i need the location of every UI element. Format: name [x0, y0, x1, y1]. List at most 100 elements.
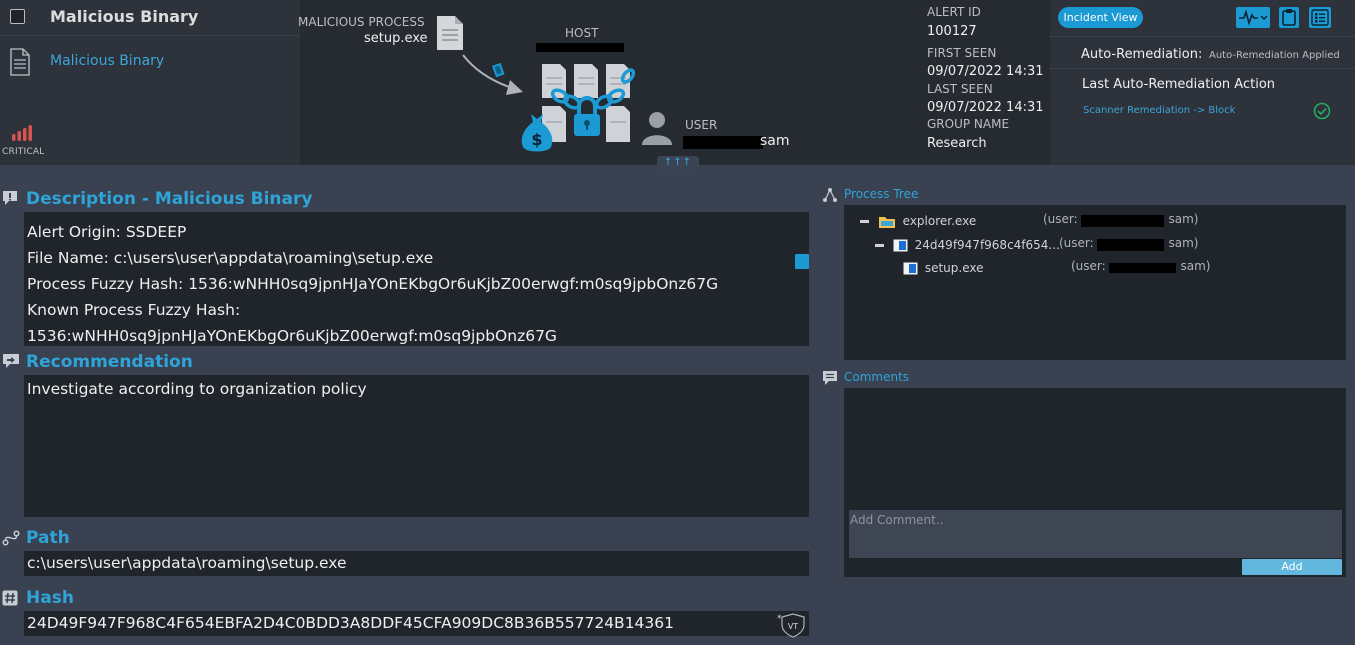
- description-scroll-handle[interactable]: [795, 254, 809, 269]
- first-seen-label: FIRST SEEN: [927, 46, 997, 60]
- attack-arrow-icon: [462, 54, 523, 95]
- user-prefix: (user:: [1059, 236, 1094, 250]
- severity-label: CRITICAL: [2, 147, 45, 157]
- window-app-icon: [893, 239, 908, 252]
- description-line: 1536:wNHH0sq9jpnHJaYOnEKbgOr6uKjbZ00erwg…: [27, 327, 557, 345]
- process-tree-user: (user: sam): [1059, 236, 1199, 251]
- description-line: File Name: c:\users\user\appdata\roaming…: [27, 249, 434, 267]
- alert-title-row: Malicious Binary: [0, 0, 300, 36]
- hash-icon: [2, 590, 18, 606]
- process-tree-node-label: setup.exe: [924, 261, 984, 275]
- ransom-money-bag-icon: $: [521, 114, 553, 152]
- alert-summary-panel: Malicious Binary Malicious Binary CRITIC…: [0, 0, 300, 165]
- virustotal-shield-icon: * VT: [777, 613, 805, 638]
- description-title: Description - Malicious Binary: [26, 189, 313, 209]
- process-file-icon: [437, 16, 463, 50]
- folder-icon: [878, 216, 895, 228]
- details-list-button[interactable]: [1309, 7, 1331, 28]
- attack-graphic: MALICIOUS PROCESS setup.exe HOST $ USER …: [298, 0, 920, 170]
- user-suffix: sam): [1168, 236, 1199, 250]
- auto-remediation-row: Auto-Remediation: Auto-Remediation Appli…: [1050, 36, 1355, 69]
- svg-text:$: $: [531, 130, 542, 149]
- process-tree-user: (user: sam): [1043, 212, 1199, 227]
- user-suffix: sam): [1168, 212, 1199, 226]
- process-tree-node-hash[interactable]: 24d49f947f968c4f654...: [875, 238, 1060, 252]
- recommendation-title: Recommendation: [26, 352, 193, 372]
- process-tree-box: explorer.exe (user: sam) 24d49f947f968c4…: [844, 205, 1346, 360]
- incident-view-button[interactable]: Incident View: [1058, 7, 1143, 28]
- group-name-value: Research: [927, 136, 987, 151]
- user-label: USER: [685, 118, 718, 132]
- alert-type-link[interactable]: Malicious Binary: [50, 53, 164, 69]
- last-seen-value: 09/07/2022 14:31: [927, 100, 1044, 115]
- hash-title: Hash: [26, 588, 74, 608]
- user-redacted: [1109, 263, 1176, 273]
- clipboard-button[interactable]: [1279, 7, 1299, 28]
- user-redacted: [1081, 215, 1164, 227]
- collapse-minus-icon[interactable]: [875, 244, 884, 247]
- document-icon: [10, 48, 30, 76]
- user-prefix: (user:: [1043, 212, 1078, 226]
- last-remediation-action-link[interactable]: Scanner Remediation -> Block: [1083, 105, 1235, 116]
- success-check-icon: [1313, 102, 1331, 120]
- expand-button[interactable]: ↑↑↑: [657, 156, 699, 170]
- recommendation-text: Investigate according to organization po…: [27, 380, 367, 398]
- last-seen-label: LAST SEEN: [927, 82, 993, 96]
- clipboard-icon: [1282, 9, 1296, 26]
- add-comment-button[interactable]: Add: [1242, 559, 1342, 575]
- hash-value: 24D49F947F968C4F654EBFA2D4C0BDD3A8DDF45C…: [27, 614, 674, 632]
- virustotal-lookup-button[interactable]: * VT: [777, 612, 809, 642]
- alert-title: Malicious Binary: [50, 7, 199, 26]
- description-line: Alert Origin: SSDEEP: [27, 223, 187, 241]
- comment-input[interactable]: [849, 510, 1342, 558]
- first-seen-value: 09/07/2022 14:31: [927, 64, 1044, 79]
- hash-box: 24D49F947F968C4F654EBFA2D4C0BDD3A8DDF45C…: [24, 611, 809, 636]
- last-remediation-label: Last Auto-Remediation Action: [1082, 77, 1276, 92]
- alert-id-value: 100127: [927, 24, 977, 39]
- user-prefix: (user:: [1071, 259, 1106, 273]
- malicious-process-name: setup.exe: [364, 31, 428, 46]
- process-tree-title: Process Tree: [844, 187, 919, 201]
- description-line: Process Fuzzy Hash: 1536:wNHH0sq9jpnHJaY…: [27, 275, 719, 293]
- user-redacted: [1097, 239, 1164, 251]
- info-comment-icon: [3, 191, 17, 205]
- select-alert-checkbox[interactable]: [10, 9, 25, 24]
- malicious-process-label: MALICIOUS PROCESS: [298, 15, 425, 29]
- auto-remediation-label: Auto-Remediation:: [1081, 47, 1203, 62]
- collapse-minus-icon[interactable]: [860, 220, 869, 223]
- activity-pulse-icon: [1239, 9, 1268, 26]
- group-name-label: GROUP NAME: [927, 117, 1010, 131]
- path-icon: [2, 530, 20, 546]
- host-label: HOST: [565, 26, 599, 40]
- description-box: Alert Origin: SSDEEP File Name: c:\users…: [24, 212, 809, 346]
- description-line: Known Process Fuzzy Hash:: [27, 301, 241, 319]
- remediation-panel: Incident View Auto-Remediation: Auto-Rem…: [1050, 0, 1355, 165]
- vt-label: VT: [788, 622, 798, 631]
- path-value: c:\users\user\appdata\roaming\setup.exe: [27, 554, 347, 572]
- activity-dropdown-button[interactable]: [1236, 7, 1270, 28]
- process-tree-node-label: 24d49f947f968c4f654...: [914, 238, 1060, 252]
- path-title: Path: [26, 528, 70, 548]
- process-tree-node-explorer[interactable]: explorer.exe: [860, 214, 976, 229]
- comments-box: Add: [844, 388, 1346, 577]
- process-tree-icon: [823, 188, 837, 202]
- alert-id-label: ALERT ID: [927, 5, 981, 19]
- list-icon: [1311, 9, 1329, 26]
- recommendation-box: Investigate according to organization po…: [24, 375, 809, 517]
- comments-icon: [823, 371, 837, 385]
- comments-title: Comments: [844, 370, 910, 384]
- user-name-suffix: sam: [760, 133, 790, 149]
- host-name-redacted: [536, 43, 624, 52]
- user-avatar-icon: [642, 112, 672, 145]
- user-suffix: sam): [1180, 259, 1211, 273]
- severity-bars-icon: [12, 125, 32, 141]
- process-tree-user: (user: sam): [1071, 259, 1211, 273]
- path-box: c:\users\user\appdata\roaming\setup.exe: [24, 551, 809, 576]
- user-name-redacted: [683, 136, 763, 149]
- recommendation-icon: [3, 354, 19, 368]
- process-tree-node-setup[interactable]: setup.exe: [903, 261, 984, 275]
- svg-text:*: *: [777, 614, 782, 624]
- alert-header: Malicious Binary Malicious Binary CRITIC…: [0, 0, 1355, 170]
- process-tree-node-label: explorer.exe: [902, 214, 977, 228]
- alert-metadata: ALERT ID 100127 FIRST SEEN 09/07/2022 14…: [920, 0, 1050, 165]
